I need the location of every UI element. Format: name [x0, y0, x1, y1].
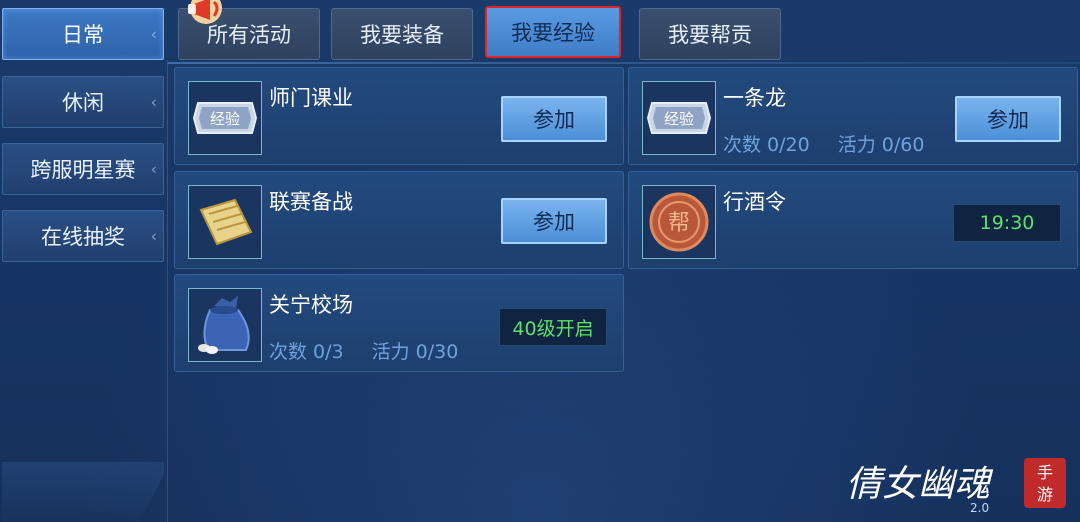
activity-title: 行酒令 — [723, 190, 786, 214]
vitality-cost: 活力 0/60 — [837, 134, 925, 156]
tab-label: 我要装备 — [360, 23, 444, 47]
tab-label: 我要经验 — [511, 21, 595, 45]
activity-icon-frame: 帮 — [642, 185, 716, 259]
start-time-badge: 19:30 — [953, 204, 1061, 242]
chevron-left-icon: ‹ — [150, 92, 157, 112]
sidebar-item-label: 休闲 — [62, 91, 104, 115]
activity-card[interactable]: 经验 师门课业 参加 — [174, 67, 624, 165]
join-button[interactable]: 参加 — [501, 96, 607, 142]
activity-card[interactable]: 联赛备战 参加 — [174, 171, 624, 269]
join-button[interactable]: 参加 — [955, 96, 1061, 142]
level-requirement-badge: 40级开启 — [499, 308, 607, 346]
svg-text:经验: 经验 — [664, 110, 694, 128]
activity-icon-frame — [188, 185, 262, 259]
vitality-cost: 活力 0/30 — [371, 341, 459, 363]
sidebar-item-label: 日常 — [62, 23, 104, 47]
activity-title: 关宁校场 — [269, 293, 353, 317]
chevron-left-icon: ‹ — [150, 226, 157, 246]
svg-text:经验: 经验 — [210, 110, 240, 128]
activity-icon-frame: 经验 — [642, 81, 716, 155]
sidebar-divider — [0, 60, 168, 522]
join-button[interactable]: 参加 — [501, 198, 607, 244]
money-bag-icon — [198, 296, 250, 354]
sidebar-item-label: 跨服明星赛 — [30, 158, 136, 182]
sidebar-ornament — [2, 462, 164, 522]
activity-stats: 次数 0/20 活力 0/60 — [723, 130, 924, 157]
scroll-book-icon — [199, 198, 253, 246]
sidebar-item-star-contest[interactable]: 跨服明星赛 ‹ — [2, 143, 164, 195]
activity-card[interactable]: 帮 行酒令 19:30 — [628, 171, 1078, 269]
activity-title: 师门课业 — [269, 86, 353, 110]
exp-token-icon: 经验 — [192, 102, 258, 134]
activity-screen: 日常 ‹ 休闲 ‹ 跨服明星赛 ‹ 在线抽奖 ‹ 所有活动 我要装备 我要经验 … — [0, 0, 1080, 522]
sidebar-item-online-lottery[interactable]: 在线抽奖 ‹ — [2, 210, 164, 262]
chevron-left-icon: ‹ — [150, 159, 157, 179]
activity-icon-frame: 经验 — [188, 81, 262, 155]
sidebar-item-label: 在线抽奖 — [41, 225, 125, 249]
activity-icon-frame — [188, 288, 262, 362]
activity-title: 联赛备战 — [269, 190, 353, 214]
game-logo: 倩女幽魂 2.0 手游 — [840, 456, 1070, 516]
sidebar-item-leisure[interactable]: 休闲 ‹ — [2, 76, 164, 128]
exp-token-icon: 经验 — [646, 102, 712, 134]
tab-guild-contribution[interactable]: 我要帮贡 — [639, 8, 781, 60]
category-sidebar: 日常 ‹ 休闲 ‹ 跨服明星赛 ‹ 在线抽奖 ‹ — [0, 0, 168, 522]
tab-label: 我要帮贡 — [668, 23, 752, 47]
guild-coin-icon: 帮 — [649, 192, 709, 252]
svg-text:倩女幽魂: 倩女幽魂 — [846, 464, 994, 505]
svg-text:2.0: 2.0 — [970, 501, 989, 515]
chevron-left-icon: ‹ — [150, 24, 157, 44]
tab-equipment[interactable]: 我要装备 — [331, 8, 473, 60]
tab-experience[interactable]: 我要经验 — [485, 6, 621, 58]
attempt-count: 次数 0/20 — [723, 134, 810, 156]
activity-card[interactable]: 经验 一条龙 次数 0/20 活力 0/60 参加 — [628, 67, 1078, 165]
sidebar-item-daily[interactable]: 日常 ‹ — [2, 8, 164, 60]
activity-card[interactable]: 关宁校场 次数 0/3 活力 0/30 40级开启 — [174, 274, 624, 372]
activity-stats: 次数 0/3 活力 0/30 — [269, 337, 458, 364]
activity-title: 一条龙 — [723, 86, 786, 110]
tabs-underline — [168, 62, 1080, 64]
megaphone-icon[interactable] — [180, 0, 244, 30]
svg-text:帮: 帮 — [668, 211, 690, 236]
attempt-count: 次数 0/3 — [269, 341, 344, 363]
